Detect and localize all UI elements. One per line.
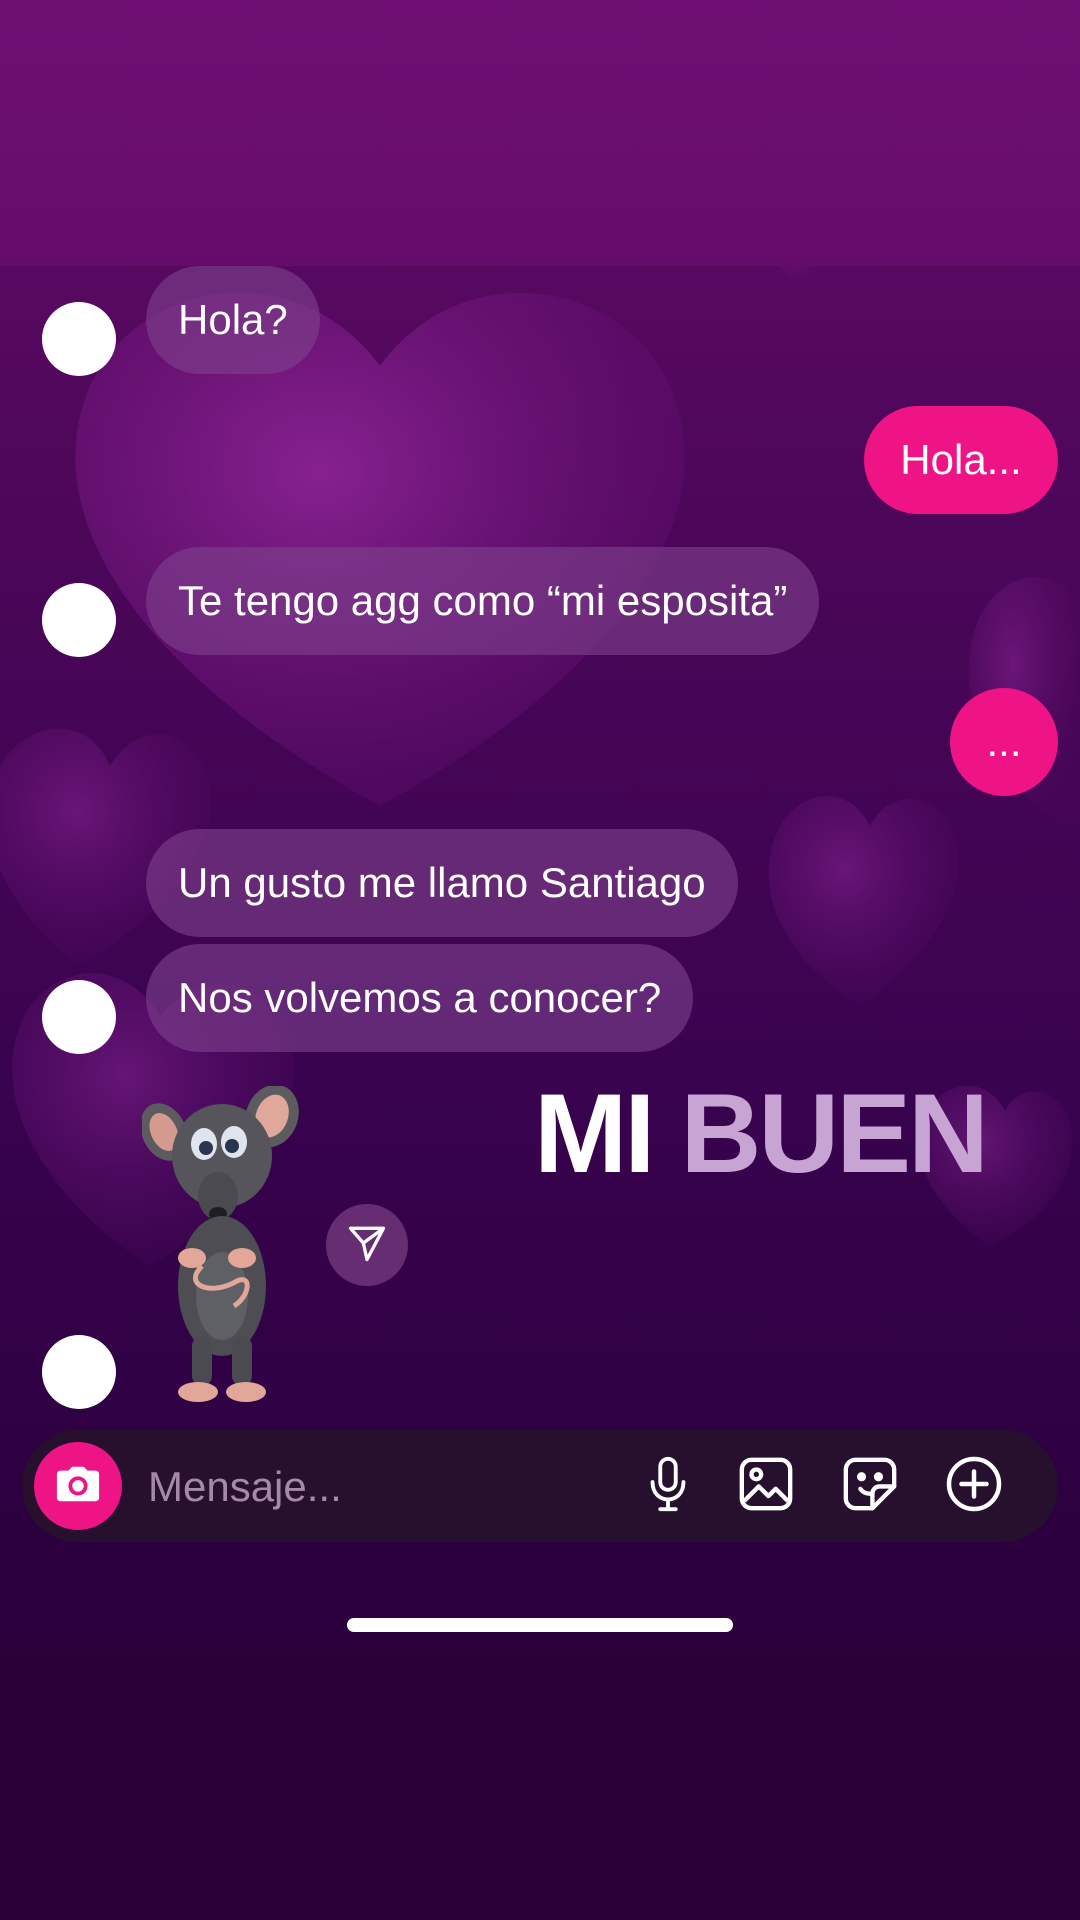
camera-button[interactable] [34,1442,122,1530]
plus-icon [944,1454,1004,1519]
top-band [0,0,1080,266]
send-icon [345,1221,389,1270]
mouse-sticker-icon[interactable] [140,1084,310,1410]
gallery-icon [737,1455,795,1518]
sticker-button[interactable] [840,1456,900,1516]
overlay-caption: MI BUEN [534,1078,989,1190]
message-input[interactable] [146,1456,620,1518]
message-bubble-incoming[interactable]: Nos volvemos a conocer? [146,944,694,1052]
avatar[interactable] [42,583,116,657]
microphone-button[interactable] [638,1456,698,1516]
overlay-word-2: BUEN [680,1071,989,1196]
overlay-word-1: MI [534,1071,655,1196]
share-button[interactable] [326,1204,408,1286]
microphone-icon [644,1455,692,1518]
avatar[interactable] [42,1335,116,1409]
avatar[interactable] [42,980,116,1054]
bottom-band [0,1652,1080,1920]
chat-screen: Hola? Hola... Te tengo agg como “mi espo… [0,0,1080,1920]
home-indicator[interactable] [347,1618,733,1632]
sticker-icon [841,1455,899,1518]
camera-icon [55,1464,101,1509]
gallery-button[interactable] [736,1456,796,1516]
message-bubble-incoming[interactable]: Te tengo agg como “mi esposita” [146,547,820,655]
more-options-button[interactable] [944,1456,1004,1516]
message-composer [22,1430,1058,1542]
message-bubble-incoming[interactable]: Un gusto me llamo Santiago [146,829,738,937]
message-bubble-incoming[interactable]: Hola? [146,266,320,374]
message-bubble-outgoing[interactable]: Hola... [864,406,1058,514]
message-bubble-outgoing[interactable]: ... [950,688,1058,796]
avatar[interactable] [42,302,116,376]
